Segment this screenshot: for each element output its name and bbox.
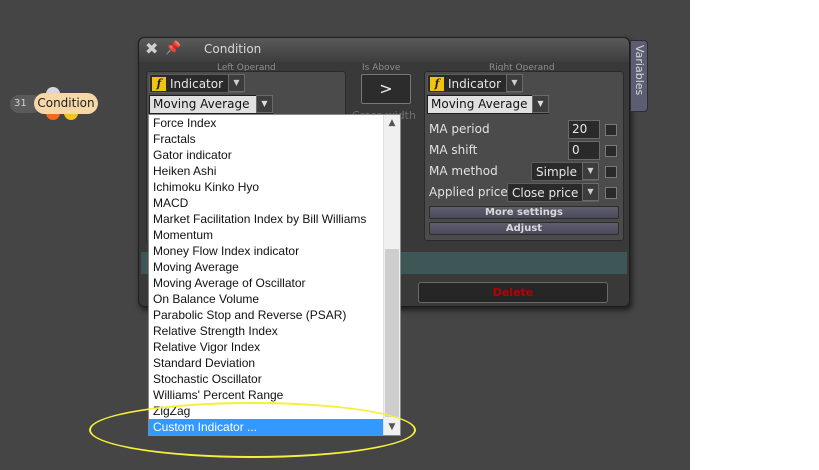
applied-price-select[interactable]: Close price ▼ (507, 183, 599, 202)
dropdown-item[interactable]: Fractals (149, 131, 384, 147)
node-label[interactable]: Condition (34, 93, 98, 114)
dropdown-scrollbar[interactable]: ▲ ▼ (383, 115, 400, 435)
ma-method-select[interactable]: Simple ▼ (531, 162, 599, 181)
ma-method-checkbox[interactable] (605, 166, 617, 178)
left-type-label: Indicator (170, 77, 224, 91)
ma-method-value: Simple (536, 165, 577, 179)
dropdown-item[interactable]: MACD (149, 195, 384, 211)
dropdown-item[interactable]: On Balance Volume (149, 291, 384, 307)
ma-period-label: MA period (429, 122, 490, 136)
adjust-button[interactable]: Adjust (429, 222, 619, 235)
chevron-down-icon: ▼ (256, 95, 273, 113)
chevron-down-icon: ▼ (228, 74, 245, 92)
scrollbar-thumb[interactable] (385, 249, 399, 417)
dropdown-item[interactable]: Moving Average of Oscillator (149, 275, 384, 291)
operator-button[interactable]: > (361, 74, 411, 104)
dropdown-item[interactable]: Standard Deviation (149, 355, 384, 371)
indicator-dropdown-list[interactable]: Force Index Fractals Gator indicator Heiken… (148, 114, 401, 436)
dialog-titlebar[interactable]: ✖ 📌 Condition (139, 38, 629, 62)
dropdown-item[interactable]: Heiken Ashi (149, 163, 384, 179)
left-indicator-value: Moving Average (153, 97, 250, 111)
dropdown-item[interactable]: Williams' Percent Range (149, 387, 384, 403)
dropdown-item[interactable]: Relative Strength Index (149, 323, 384, 339)
ma-shift-label: MA shift (429, 143, 478, 157)
dropdown-item[interactable]: Parabolic Stop and Reverse (PSAR) (149, 307, 384, 323)
ma-period-input[interactable]: 20 (568, 120, 600, 139)
chevron-up-icon[interactable]: ▲ (384, 115, 400, 131)
more-settings-button[interactable]: More settings (429, 206, 619, 219)
chevron-down-icon: ▼ (582, 183, 599, 201)
function-icon: f (430, 77, 444, 91)
delete-button[interactable]: Delete (418, 282, 608, 303)
dropdown-item[interactable]: Money Flow Index indicator (149, 243, 384, 259)
highlight-ellipse (89, 402, 416, 458)
variables-tab-label: Variables (633, 45, 646, 96)
right-type-button[interactable]: f Indicator ▼ (427, 74, 523, 93)
ma-shift-input[interactable]: 0 (568, 141, 600, 160)
applied-price-value: Close price (512, 186, 579, 200)
chevron-down-icon: ▼ (532, 95, 549, 113)
dropdown-item[interactable]: Gator indicator (149, 147, 384, 163)
dropdown-item[interactable]: Market Facilitation Index by Bill Willia… (149, 211, 384, 227)
chevron-down-icon: ▼ (582, 162, 599, 180)
ma-period-checkbox[interactable] (605, 124, 617, 136)
condition-node[interactable]: 31 Condition (10, 87, 98, 120)
ma-method-label: MA method (429, 164, 498, 178)
close-icon[interactable]: ✖ (145, 41, 161, 57)
dropdown-item[interactable]: Momentum (149, 227, 384, 243)
right-indicator-select[interactable]: Moving Average ▼ (427, 95, 549, 114)
right-type-label: Indicator (448, 77, 502, 91)
dialog-title: Condition (204, 42, 262, 56)
dropdown-item[interactable]: Force Index (149, 115, 384, 131)
pin-icon[interactable]: 📌 (165, 41, 183, 57)
dropdown-item[interactable]: Ichimoku Kinko Hyo (149, 179, 384, 195)
right-operand-panel: f Indicator ▼ Moving Average ▼ MA period… (424, 71, 624, 241)
dropdown-item[interactable]: Stochastic Oscillator (149, 371, 384, 387)
ma-shift-checkbox[interactable] (605, 145, 617, 157)
operator-header: Is Above (362, 63, 401, 73)
dropdown-item[interactable]: Relative Vigor Index (149, 339, 384, 355)
left-type-button[interactable]: f Indicator ▼ (149, 74, 245, 93)
applied-price-label: Applied price (429, 185, 508, 199)
right-indicator-value: Moving Average (431, 97, 528, 111)
dropdown-item[interactable]: Moving Average (149, 259, 384, 275)
function-icon: f (152, 77, 166, 91)
applied-price-checkbox[interactable] (605, 187, 617, 199)
variables-tab[interactable]: Variables (630, 40, 648, 112)
dropdown-items: Force Index Fractals Gator indicator Heiken… (149, 115, 384, 435)
left-indicator-select[interactable]: Moving Average ▼ (149, 95, 273, 114)
chevron-down-icon: ▼ (506, 74, 523, 92)
